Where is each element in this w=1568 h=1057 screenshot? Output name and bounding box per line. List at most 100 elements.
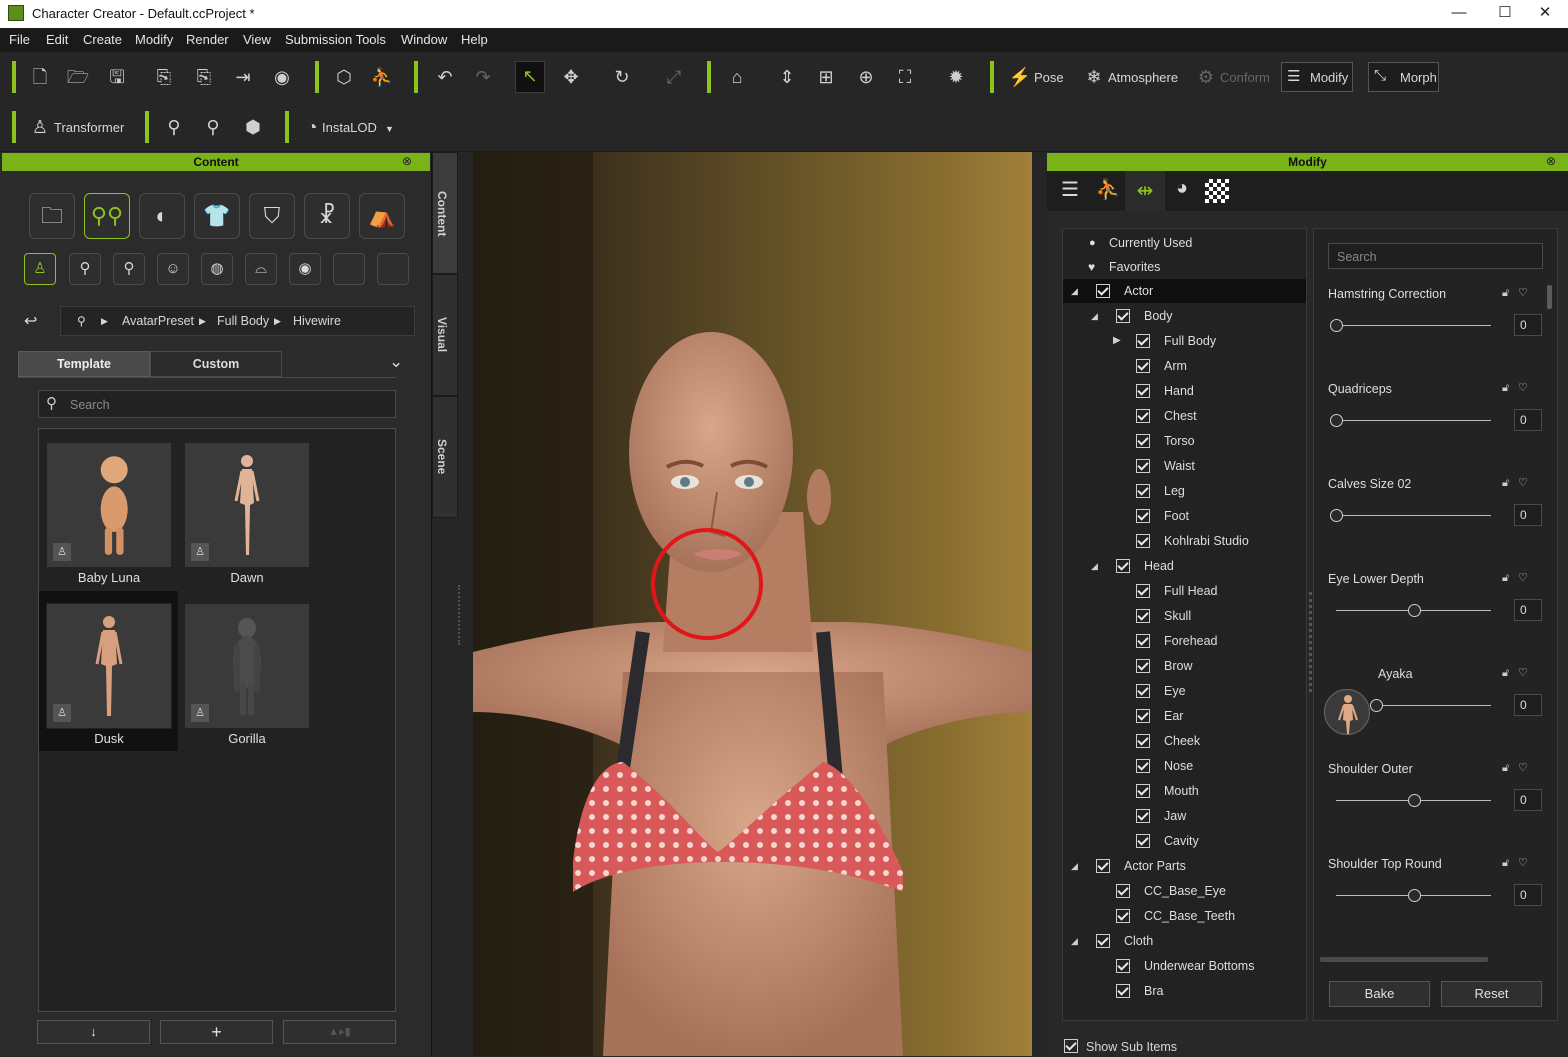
reset-button[interactable]: Reset (1441, 981, 1542, 1007)
checkbox[interactable] (1136, 334, 1150, 348)
cubes-icon[interactable]: ⬢ (239, 113, 267, 141)
tree-item[interactable]: Ear (1063, 704, 1306, 728)
slider-value-input[interactable]: 0 (1514, 314, 1542, 336)
scale-icon[interactable]: ⤢ (660, 63, 688, 91)
tab-content[interactable]: Content (432, 152, 458, 274)
splitter-handle[interactable] (458, 585, 460, 645)
slider-value-input[interactable]: 0 (1514, 409, 1542, 431)
preview-icon[interactable]: ◉ (268, 63, 296, 91)
stage-icon[interactable]: ⛺ (359, 193, 405, 239)
collapse-icon[interactable]: ◢ (1071, 854, 1078, 878)
checkbox[interactable] (1136, 709, 1150, 723)
menu-render[interactable]: Render (186, 32, 229, 47)
checkbox[interactable] (1136, 634, 1150, 648)
checkbox[interactable] (1136, 509, 1150, 523)
checkbox[interactable] (1116, 559, 1130, 573)
menu-edit[interactable]: Edit (46, 32, 68, 47)
slider-track[interactable] (1336, 515, 1491, 516)
texture-tab-icon[interactable] (1205, 179, 1229, 203)
tree-actor[interactable]: ◢ Actor (1063, 279, 1306, 303)
home-camera-icon[interactable]: ⌂ (723, 63, 751, 91)
collapse-icon[interactable]: ◢ (1071, 929, 1078, 953)
pose-tab-icon[interactable]: ⛹ (1093, 177, 1123, 205)
checkbox[interactable] (1136, 359, 1150, 373)
add-button[interactable]: + (160, 1020, 273, 1044)
tree-item[interactable]: Mouth (1063, 779, 1306, 803)
checkbox[interactable] (1116, 309, 1130, 323)
lock-icon[interactable]: 🔓︎ (1502, 667, 1509, 680)
3d-viewport[interactable] (473, 152, 1032, 1056)
slider-handle[interactable] (1370, 699, 1383, 712)
lock-icon[interactable]: 🔓︎ (1502, 762, 1509, 775)
heart-outline-icon[interactable]: ♡ (1518, 666, 1528, 679)
checkbox[interactable] (1136, 734, 1150, 748)
material-icon[interactable]: ◐ (139, 193, 185, 239)
morph-search-input[interactable]: Search (1328, 243, 1543, 269)
tree-item[interactable]: Hand (1063, 379, 1306, 403)
accessory-icon[interactable]: ⛉ (249, 193, 295, 239)
slider-handle[interactable] (1330, 509, 1343, 522)
menu-submission-tools[interactable]: Submission Tools (285, 32, 386, 47)
smart-gallery-icon[interactable]: ⬡ (330, 63, 358, 91)
redo-icon[interactable]: ↷ (469, 63, 497, 91)
slider-value-input[interactable]: 0 (1514, 504, 1542, 526)
tree-item[interactable]: Arm (1063, 354, 1306, 378)
skingen-icon[interactable]: ⚲ (199, 113, 227, 141)
menu-file[interactable]: File (9, 32, 30, 47)
frame-icon[interactable]: ⛶ (891, 63, 919, 91)
slider-value-input[interactable]: 0 (1514, 599, 1542, 621)
tree-item[interactable]: Full Head (1063, 579, 1306, 603)
checkbox[interactable] (1136, 409, 1150, 423)
export-icon[interactable]: ⇥ (229, 63, 257, 91)
checkbox[interactable] (1136, 784, 1150, 798)
horizontal-scrollbar[interactable] (1320, 957, 1488, 962)
close-panel-icon[interactable]: ⊗ (1546, 154, 1556, 168)
menu-window[interactable]: Window (401, 32, 447, 47)
folder-icon[interactable]: 🗀 (29, 193, 75, 239)
tree-item[interactable]: Torso (1063, 429, 1306, 453)
slider-handle[interactable] (1330, 319, 1343, 332)
select-arrow-icon[interactable]: ↖ (515, 61, 545, 93)
head-icon[interactable]: ☺ (157, 253, 189, 285)
morph-button[interactable]: ⤡ Morph (1368, 62, 1439, 92)
tree-cloth[interactable]: ◢ Cloth (1063, 929, 1306, 953)
material-tab-icon[interactable]: ◕ (1167, 177, 1197, 205)
tab-custom[interactable]: Custom (150, 351, 282, 377)
lock-icon[interactable]: 🔓︎ (1502, 572, 1509, 585)
slider-track[interactable] (1336, 420, 1491, 421)
panel-options-icon[interactable]: ⌄ (389, 352, 403, 372)
tab-scene[interactable]: Scene (432, 396, 458, 518)
thumbnail-gorilla[interactable]: ♙ (184, 603, 310, 729)
modify-button[interactable]: ☰ Modify (1281, 62, 1353, 92)
slider-handle[interactable] (1407, 794, 1421, 807)
body-morph-icon[interactable]: ⚲ (69, 253, 101, 285)
slider-handle[interactable] (1407, 604, 1421, 617)
tree-item[interactable]: ▶ Full Body (1063, 329, 1306, 353)
pose-category-icon[interactable]: ☧ (304, 193, 350, 239)
morph-tab-icon[interactable]: ⇹ (1125, 171, 1165, 211)
checkbox[interactable] (1116, 984, 1130, 998)
import-ic-icon[interactable]: ⎘ (190, 63, 218, 91)
tree-item[interactable]: Leg (1063, 479, 1306, 503)
checkbox[interactable] (1136, 484, 1150, 498)
checkbox[interactable] (1096, 284, 1110, 298)
tree-item[interactable]: Cheek (1063, 729, 1306, 753)
menu-help[interactable]: Help (461, 32, 488, 47)
tree-item[interactable]: Brow (1063, 654, 1306, 678)
slider-handle[interactable] (1407, 889, 1421, 902)
move-icon[interactable]: ✥ (557, 63, 585, 91)
show-sub-items-toggle[interactable]: Show Sub Items (1062, 1037, 1262, 1057)
heart-outline-icon[interactable]: ♡ (1518, 571, 1528, 584)
tree-item[interactable]: Waist (1063, 454, 1306, 478)
save-icon[interactable]: 🖫 (103, 63, 131, 91)
slider-value-input[interactable]: 0 (1514, 789, 1542, 811)
empty-slot-icon[interactable] (333, 253, 365, 285)
checkbox[interactable] (1136, 384, 1150, 398)
eye-icon[interactable]: ◉ (289, 253, 321, 285)
pose-runner-icon[interactable]: ⛹ (368, 63, 396, 91)
tree-item[interactable]: CC_Base_Eye (1063, 879, 1306, 903)
pose-icon[interactable]: ⚡ (1006, 63, 1034, 91)
tree-item[interactable]: Kohlrabi Studio (1063, 529, 1306, 553)
avatar-category-icon[interactable]: ⚲⚲ (84, 193, 130, 239)
checkbox[interactable] (1064, 1039, 1078, 1053)
